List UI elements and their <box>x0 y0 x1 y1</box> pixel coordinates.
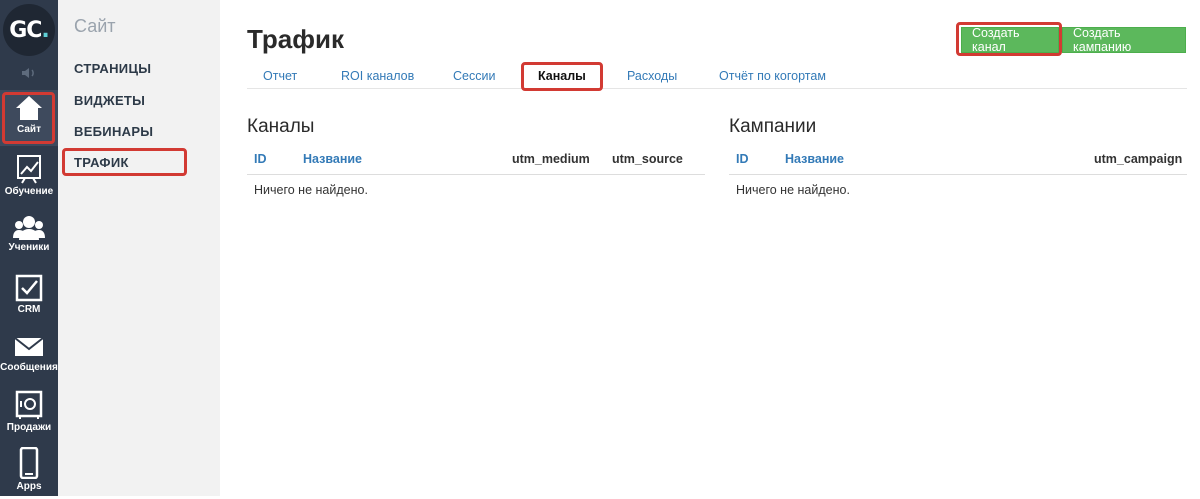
create-campaign-button[interactable]: Создать кампанию <box>1062 26 1186 54</box>
envelope-icon <box>14 337 44 356</box>
safe-icon <box>15 390 43 419</box>
tab-sessions[interactable]: Сессии <box>453 69 495 83</box>
tab-roi-channels[interactable]: ROI каналов <box>341 69 414 83</box>
channels-col-name[interactable]: Название <box>303 152 362 166</box>
checkbox-icon <box>15 274 43 302</box>
phone-icon <box>19 447 39 479</box>
speaker-icon[interactable] <box>0 62 58 84</box>
campaigns-heading: Кампании <box>729 116 817 137</box>
highlight-tab-channels <box>521 62 603 91</box>
tab-report[interactable]: Отчет <box>263 69 297 83</box>
highlight-rail-site <box>2 92 55 144</box>
rail-item-label: Обучение <box>4 186 54 197</box>
section-sidebar: Сайт СТРАНИЦЫ ВИДЖЕТЫ ВЕБИНАРЫ ТРАФИК <box>58 0 220 496</box>
highlight-sidebar-traffic <box>62 148 187 176</box>
campaigns-col-id[interactable]: ID <box>736 152 749 166</box>
sidebar-item-webinars[interactable]: ВЕБИНАРЫ <box>74 124 153 139</box>
rail-item-label: Продажи <box>6 422 52 433</box>
rail-item-messages[interactable]: Сообщения <box>0 330 58 386</box>
users-icon <box>13 216 45 240</box>
page-title: Трафик <box>247 24 344 54</box>
rail-item-label: Apps <box>16 481 42 492</box>
channels-heading: Каналы <box>247 116 315 137</box>
rail-item-learning[interactable]: Обучение <box>0 150 58 206</box>
channels-col-utm-source: utm_source <box>612 152 683 166</box>
highlight-create-channel <box>956 22 1062 56</box>
chart-icon <box>17 155 41 184</box>
tab-bar: Отчет ROI каналов Сессии Каналы Расходы … <box>247 64 1187 89</box>
channels-header-divider <box>247 174 705 175</box>
logo[interactable]: GC. <box>0 0 58 60</box>
campaigns-header-divider <box>729 174 1187 175</box>
campaigns-col-utm-campaign: utm_campaign <box>1094 152 1183 166</box>
tab-cohort-report[interactable]: Отчёт по когортам <box>719 69 826 83</box>
rail-item-label: Сообщения <box>0 362 58 373</box>
campaigns-empty-message: Ничего не найдено. <box>736 183 850 197</box>
section-title: Сайт <box>74 16 116 36</box>
icon-rail: GC. Сайт Обучение Ученики CRM Сообщения … <box>0 0 58 496</box>
sidebar-item-widgets[interactable]: ВИДЖЕТЫ <box>74 93 145 108</box>
campaigns-col-name[interactable]: Название <box>785 152 844 166</box>
rail-item-apps[interactable]: Apps <box>0 443 58 499</box>
tab-expenses[interactable]: Расходы <box>627 69 677 83</box>
channels-col-utm-medium: utm_medium <box>512 152 590 166</box>
rail-item-students[interactable]: Ученики <box>0 210 58 266</box>
rail-item-label: Ученики <box>8 242 50 253</box>
rail-item-sales[interactable]: Продажи <box>0 386 58 442</box>
rail-item-crm[interactable]: CRM <box>0 270 58 326</box>
channels-col-id[interactable]: ID <box>254 152 267 166</box>
rail-item-label: CRM <box>17 304 41 315</box>
sidebar-item-pages[interactable]: СТРАНИЦЫ <box>74 61 151 76</box>
channels-empty-message: Ничего не найдено. <box>254 183 368 197</box>
logo-mark: GC. <box>3 4 55 56</box>
